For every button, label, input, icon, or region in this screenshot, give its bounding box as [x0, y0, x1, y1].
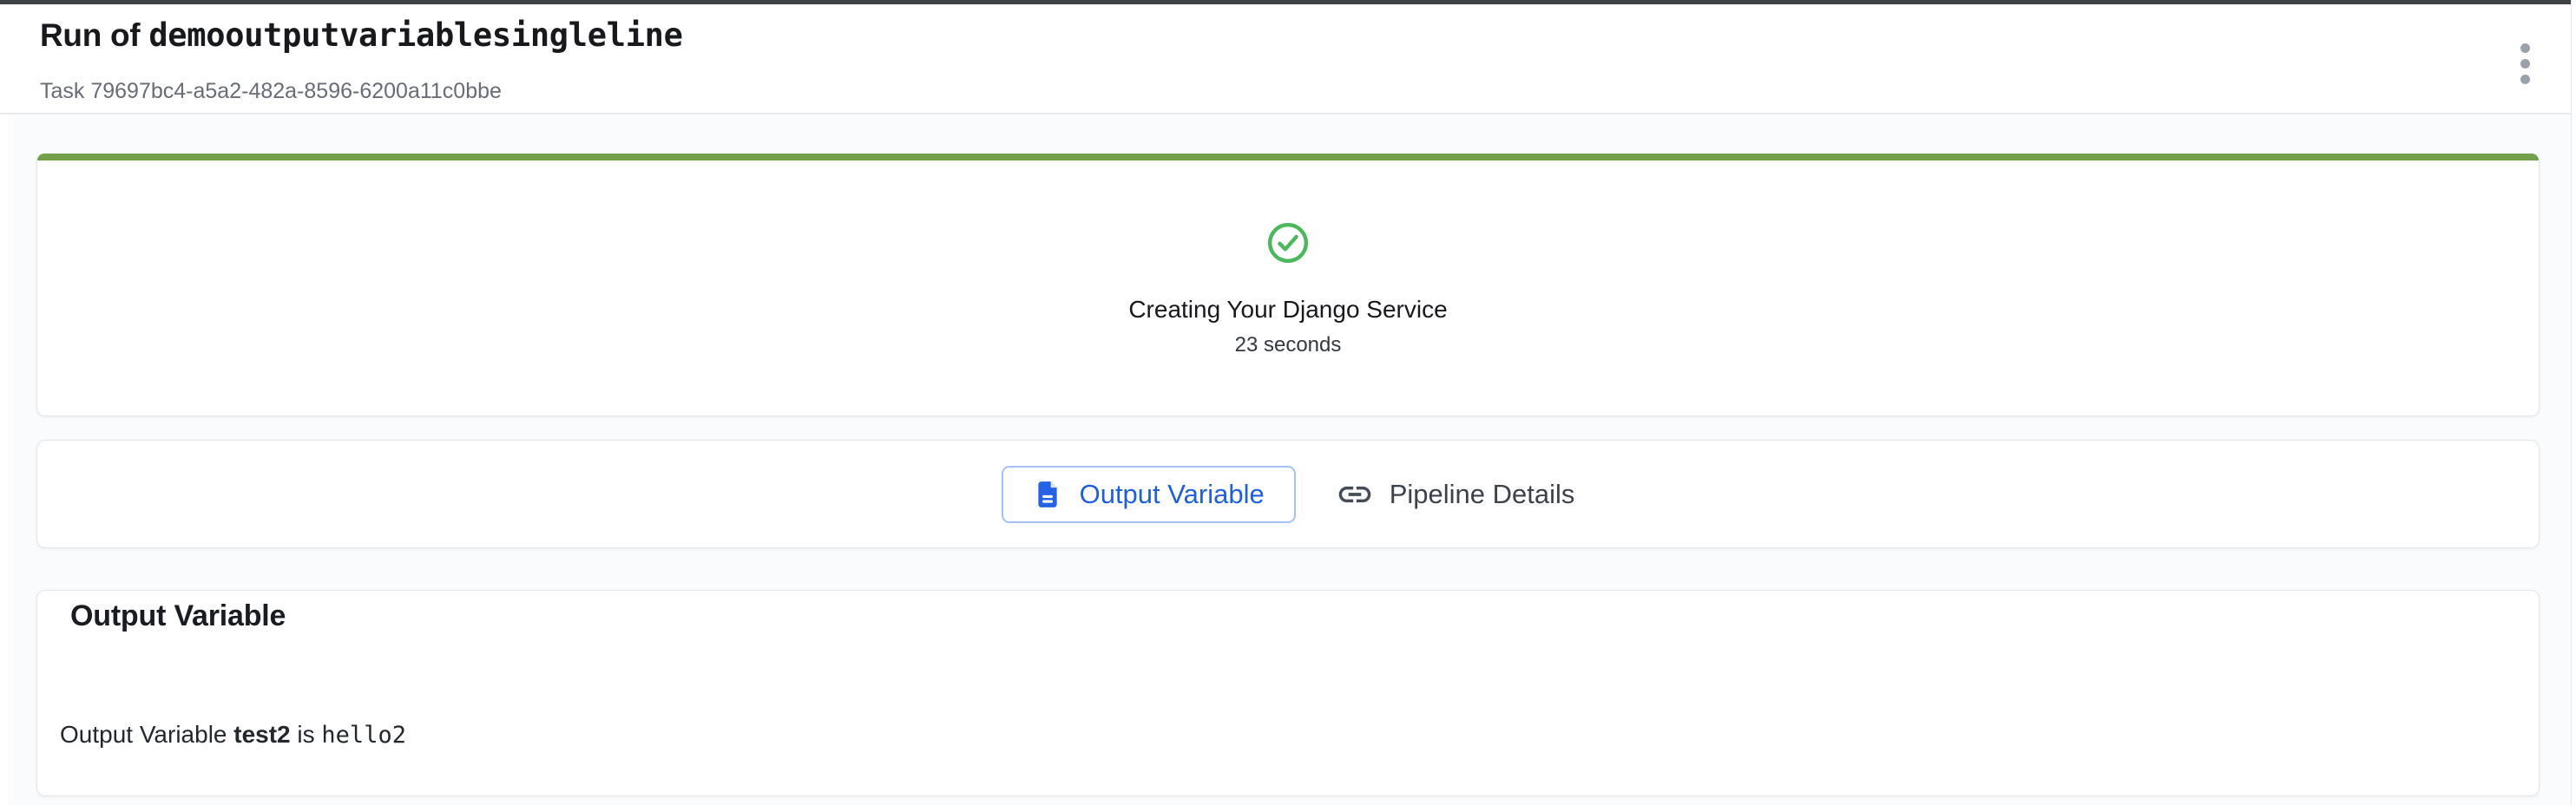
output-variable-value: hello2	[321, 722, 406, 749]
output-variable-card: Output Variable Output Variable test2 is…	[36, 590, 2540, 796]
check-circle-icon	[1266, 221, 1310, 265]
run-name: demooutputvariablesingleline	[148, 16, 682, 54]
scrollbar-gutter	[2571, 0, 2576, 805]
link-icon	[1336, 475, 1374, 514]
status-title: Creating Your Django Service	[1128, 296, 1447, 324]
tabs-card: Output Variable Pipeline Details	[36, 440, 2540, 548]
kebab-menu-icon[interactable]	[2503, 37, 2546, 89]
tabs-row: Output Variable Pipeline Details	[1002, 466, 1575, 523]
status-duration: 23 seconds	[1235, 333, 1342, 357]
kebab-dot	[2520, 43, 2530, 53]
kebab-dot	[2520, 59, 2530, 69]
output-line-prefix: Output Variable	[60, 721, 233, 748]
output-variable-line: Output Variable test2 is hello2	[60, 721, 406, 749]
output-line-connector: is	[291, 721, 322, 748]
status-card-body: Creating Your Django Service 23 seconds	[37, 160, 2539, 357]
tab-label: Output Variable	[1080, 479, 1265, 510]
output-variable-name: test2	[233, 721, 290, 748]
document-icon	[1033, 478, 1062, 511]
page-title-prefix: Run of	[40, 17, 148, 53]
output-section-heading: Output Variable	[70, 599, 286, 633]
page-title: Run of demooutputvariablesingleline	[40, 16, 683, 54]
status-card: Creating Your Django Service 23 seconds	[36, 154, 2540, 416]
tab-pipeline-details[interactable]: Pipeline Details	[1336, 475, 1575, 514]
kebab-dot	[2520, 75, 2530, 84]
task-id-subtitle: Task 79697bc4-a5a2-482a-8596-6200a11c0bb…	[40, 79, 502, 104]
tab-label: Pipeline Details	[1390, 479, 1575, 510]
status-accent-bar	[37, 154, 2539, 160]
tab-output-variable[interactable]: Output Variable	[1002, 466, 1296, 523]
run-header: Run of demooutputvariablesingleline Task…	[0, 4, 2576, 113]
